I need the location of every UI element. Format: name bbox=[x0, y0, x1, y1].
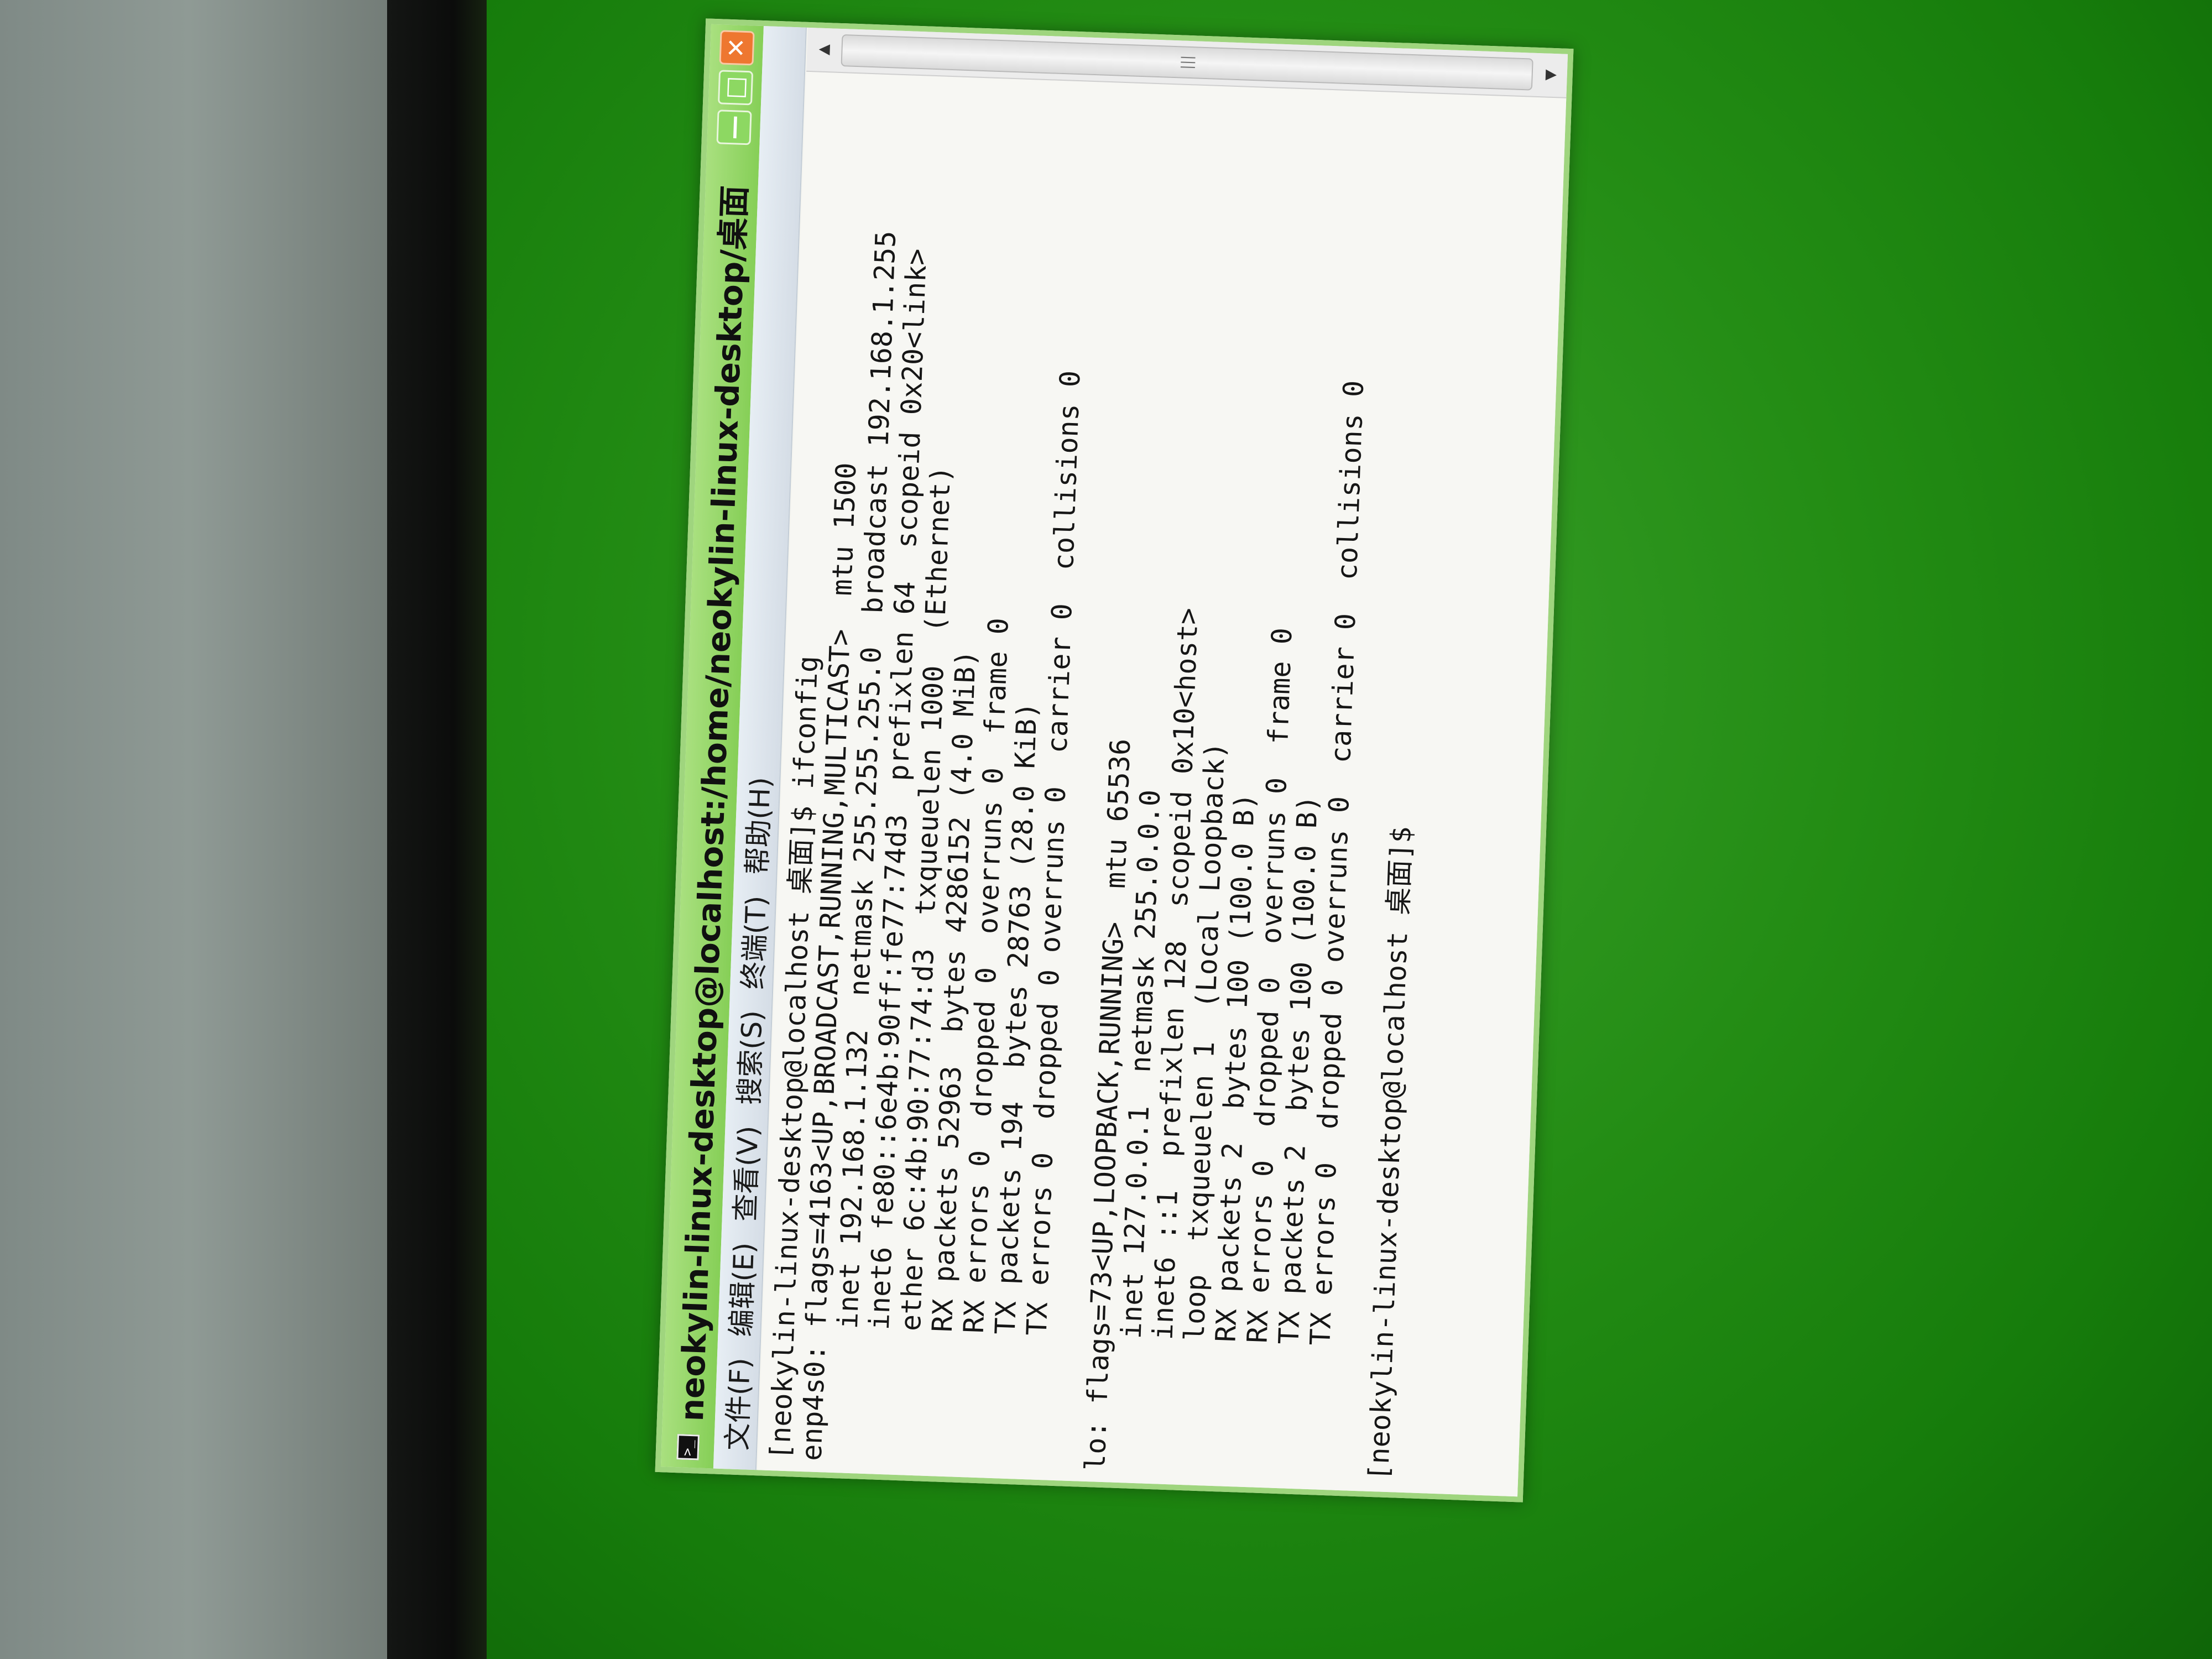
close-button[interactable]: ✕ bbox=[718, 30, 755, 66]
terminal-icon: >_ bbox=[676, 1434, 700, 1460]
menu-edit[interactable]: 编辑(E) bbox=[719, 1241, 762, 1338]
scroll-up-arrow-icon[interactable]: ▲ bbox=[806, 28, 841, 72]
terminal-output[interactable]: [neokylin-linux-desktop@localhost 桌面]$ i… bbox=[757, 71, 1567, 1497]
menu-search[interactable]: 搜索(S) bbox=[727, 1010, 770, 1105]
background-wall bbox=[0, 0, 420, 1659]
terminal-window: >_ neokylin-linux-desktop@localhost:/hom… bbox=[655, 18, 1574, 1503]
monitor-bezel bbox=[387, 0, 498, 1659]
photo-scene: >_ neokylin-linux-desktop@localhost:/hom… bbox=[0, 0, 2212, 1659]
menu-view[interactable]: 查看(V) bbox=[723, 1125, 766, 1222]
scrollbar-grip-icon: ||| bbox=[1178, 55, 1196, 70]
maximize-button[interactable]: □ bbox=[717, 70, 753, 106]
scroll-down-arrow-icon[interactable]: ▼ bbox=[1533, 53, 1568, 97]
menu-file[interactable]: 文件(F) bbox=[715, 1357, 758, 1451]
menu-terminal[interactable]: 终端(T) bbox=[731, 895, 774, 990]
menu-help[interactable]: 帮助(H) bbox=[735, 776, 778, 875]
minimize-button[interactable]: — bbox=[716, 109, 752, 145]
